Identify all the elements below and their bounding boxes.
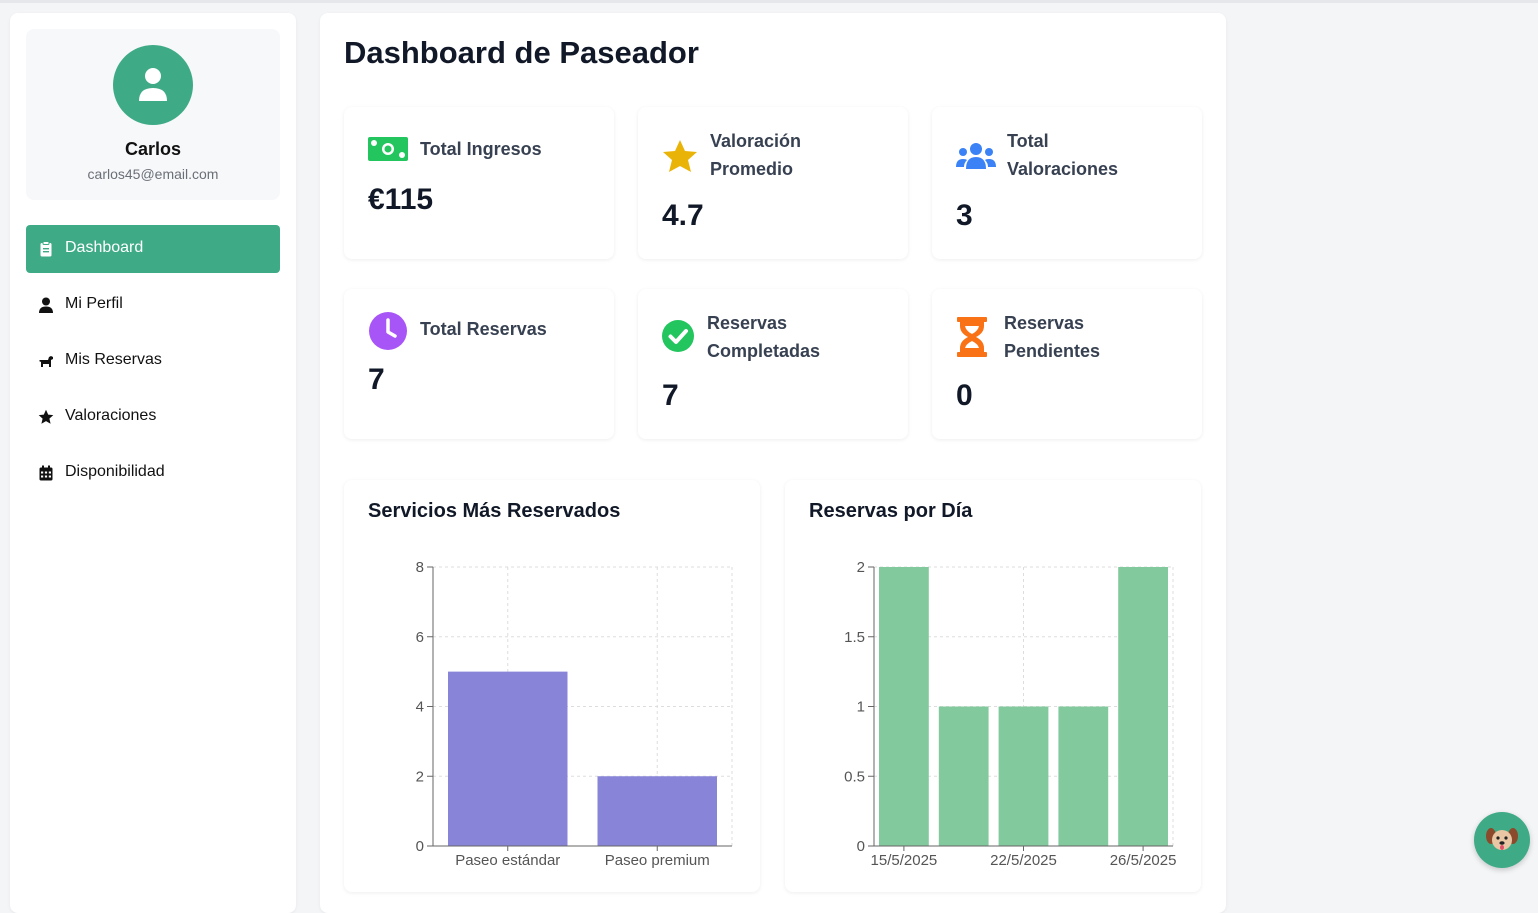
chart-card-servicios: Servicios Más Reservados 0 2 4 6 8 Paseo está… (344, 480, 760, 892)
stat-label: Total Reservas (420, 319, 547, 339)
nav-item-dashboard[interactable]: Dashboard (26, 225, 280, 273)
stat-value: 3 (956, 199, 973, 232)
y-tick-label: 2 (857, 559, 865, 576)
nav-item-disponibilidad[interactable]: Disponibilidad (26, 449, 280, 497)
y-tick-label: 1 (857, 699, 865, 716)
stat-label: Valoración Promedio (710, 131, 802, 179)
bar[interactable] (448, 671, 568, 846)
stat-card-total-valoraciones: Total Valoraciones 3 (932, 107, 1202, 259)
stat-value: 0 (956, 379, 973, 412)
star-icon (38, 409, 54, 424)
stat-card-total-reservas: Total Reservas 7 (344, 289, 614, 439)
stat-label: Total Ingresos (420, 139, 542, 159)
y-tick-label: 6 (416, 629, 424, 646)
profile-email: carlos45@email.com (87, 166, 219, 182)
floating-chat-button[interactable] (1474, 812, 1530, 868)
stat-label: Reservas Completadas (707, 313, 821, 361)
x-tick-label: Paseo estándar (455, 852, 560, 869)
bar[interactable] (597, 776, 718, 846)
stat-value: 7 (662, 379, 679, 412)
stat-card-valoracion-promedio: Valoración Promedio 4.7 (638, 107, 908, 259)
avatar[interactable] (113, 45, 193, 125)
bar[interactable] (1118, 567, 1168, 846)
stat-card-total-ingresos: Total Ingresos €115 (344, 107, 614, 259)
y-tick-label: 1.5 (844, 629, 865, 646)
main-panel: Dashboard de Paseador Total Ingresos €11… (320, 13, 1226, 913)
user-icon (39, 297, 53, 313)
chart-card-reservas-dia: Reservas por Día 0 0.5 1 1.5 2 15/5/2025 22/5/… (785, 480, 1201, 892)
y-tick-label: 0 (416, 838, 424, 855)
clock-icon (369, 312, 407, 350)
users-icon (956, 143, 996, 169)
nav-item-valoraciones[interactable]: Valoraciones (26, 393, 280, 441)
money-icon (368, 137, 408, 161)
y-tick-label: 4 (416, 699, 424, 716)
nav-item-mis-reservas[interactable]: Mis Reservas (26, 337, 280, 385)
nav-label-mis-reservas: Mis Reservas (65, 351, 162, 368)
days-bar-chart: 0 0.5 1 1.5 2 15/5/2025 22/5/2025 26/5/2025 (844, 559, 1177, 869)
page-title: Dashboard de Paseador (344, 35, 699, 70)
user-icon (139, 68, 167, 101)
dog-icon (39, 356, 53, 367)
dog-face-icon (1486, 828, 1518, 850)
profile-card: Carlos carlos45@email.com (26, 29, 280, 200)
x-tick-label: 22/5/2025 (990, 852, 1057, 869)
stat-value: 7 (368, 363, 385, 396)
nav-label-disponibilidad: Disponibilidad (65, 463, 165, 480)
clipboard-icon (40, 241, 52, 257)
stat-value: 4.7 (662, 199, 704, 232)
services-bar-chart: 0 2 4 6 8 Paseo estándar Paseo premium (416, 559, 733, 869)
stat-card-reservas-completadas: Reservas Completadas 7 (638, 289, 908, 439)
nav-label-valoraciones: Valoraciones (65, 407, 157, 424)
y-tick-label: 2 (416, 768, 424, 785)
nav-label-mi-perfil: Mi Perfil (65, 295, 123, 312)
nav-item-mi-perfil[interactable]: Mi Perfil (26, 281, 280, 329)
bar[interactable] (879, 567, 929, 846)
y-tick-label: 8 (416, 559, 424, 576)
x-tick-label: 26/5/2025 (1110, 852, 1177, 869)
y-tick-label: 0 (857, 838, 865, 855)
bar[interactable] (1058, 706, 1109, 847)
top-border (0, 0, 1538, 3)
calendar-icon (39, 465, 53, 481)
bar[interactable] (938, 706, 989, 847)
stat-label: Reservas Pendientes (1004, 313, 1101, 361)
nav-label-dashboard: Dashboard (65, 239, 144, 256)
stat-card-reservas-pendientes: Reservas Pendientes 0 (932, 289, 1202, 439)
hourglass-icon (957, 317, 987, 357)
bar[interactable] (998, 706, 1049, 847)
stat-value: €115 (368, 183, 434, 216)
x-tick-label: 15/5/2025 (871, 852, 938, 869)
y-tick-label: 0.5 (844, 768, 865, 785)
profile-name: Carlos (124, 139, 182, 159)
check-circle-icon (662, 320, 694, 352)
x-tick-label: Paseo premium (605, 852, 710, 869)
stat-label: Total Valoraciones (1007, 131, 1119, 179)
star-icon (663, 140, 697, 172)
sidebar: Carlos carlos45@email.com Dashboard Mi P… (10, 13, 296, 913)
